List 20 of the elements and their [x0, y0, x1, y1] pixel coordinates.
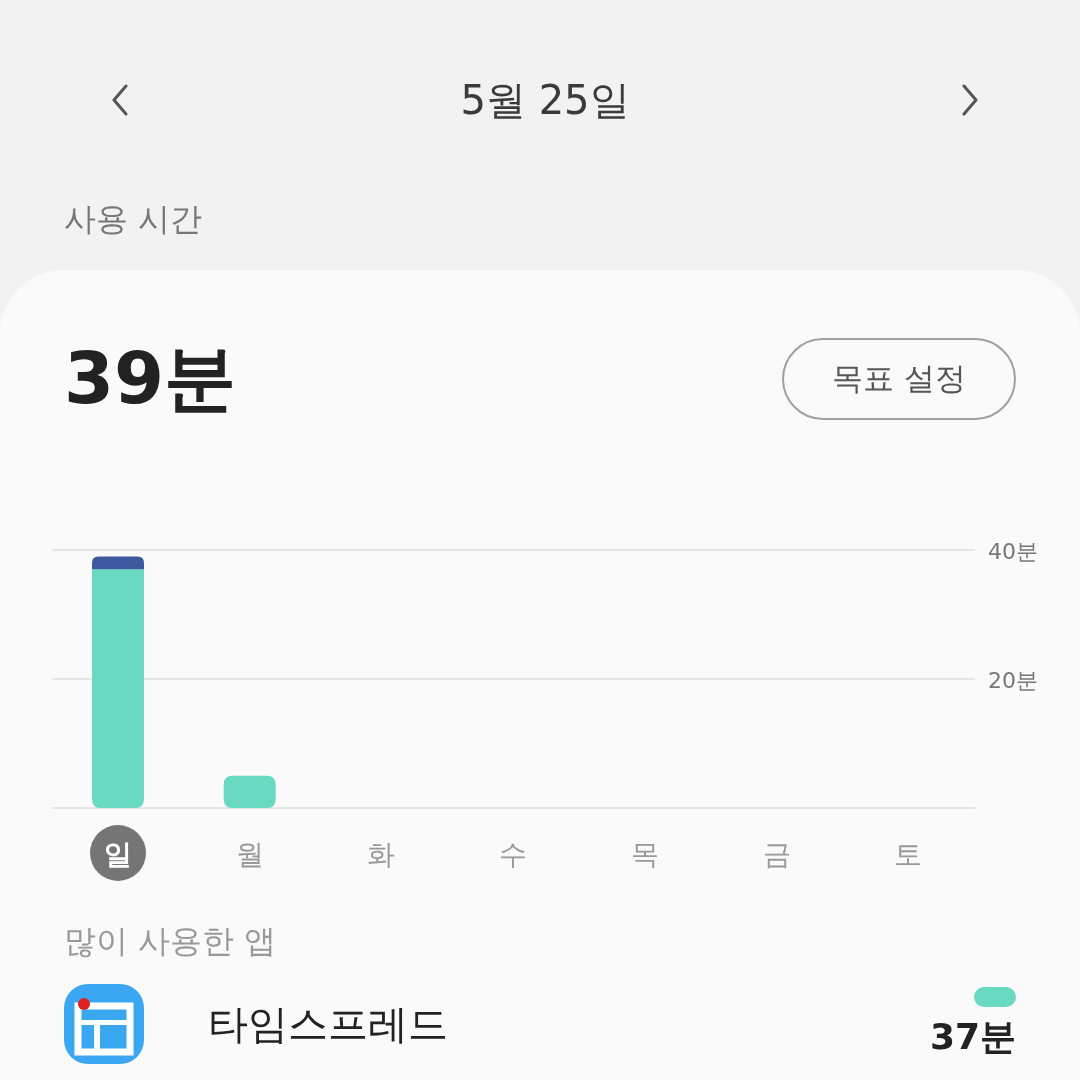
day-label[interactable]: 수: [499, 838, 528, 871]
day-label[interactable]: 월: [235, 838, 264, 871]
axis-label: 40분: [988, 539, 1038, 564]
date-title: 5월 25일: [460, 75, 630, 125]
app-icon[interactable]: [64, 984, 144, 1064]
usage-bar: [974, 986, 1016, 1007]
app-time: 37분: [929, 1014, 1016, 1059]
axis-label: 20분: [988, 668, 1038, 693]
goal-button[interactable]: 목표 설정: [782, 338, 1016, 420]
section-title: 많이 사용한 앱: [64, 921, 278, 962]
day-label[interactable]: 토: [894, 838, 923, 871]
day-label[interactable]: 일: [104, 838, 132, 871]
app-name: 타임스프레드: [208, 999, 449, 1049]
section-label: 사용 시간: [64, 199, 204, 240]
day-label[interactable]: 금: [762, 838, 791, 871]
day-label[interactable]: 목: [630, 838, 659, 871]
total-time: 39분: [64, 335, 237, 422]
forward-icon[interactable]: [960, 84, 980, 116]
day-label[interactable]: 화: [367, 838, 396, 871]
back-icon[interactable]: [110, 84, 130, 116]
